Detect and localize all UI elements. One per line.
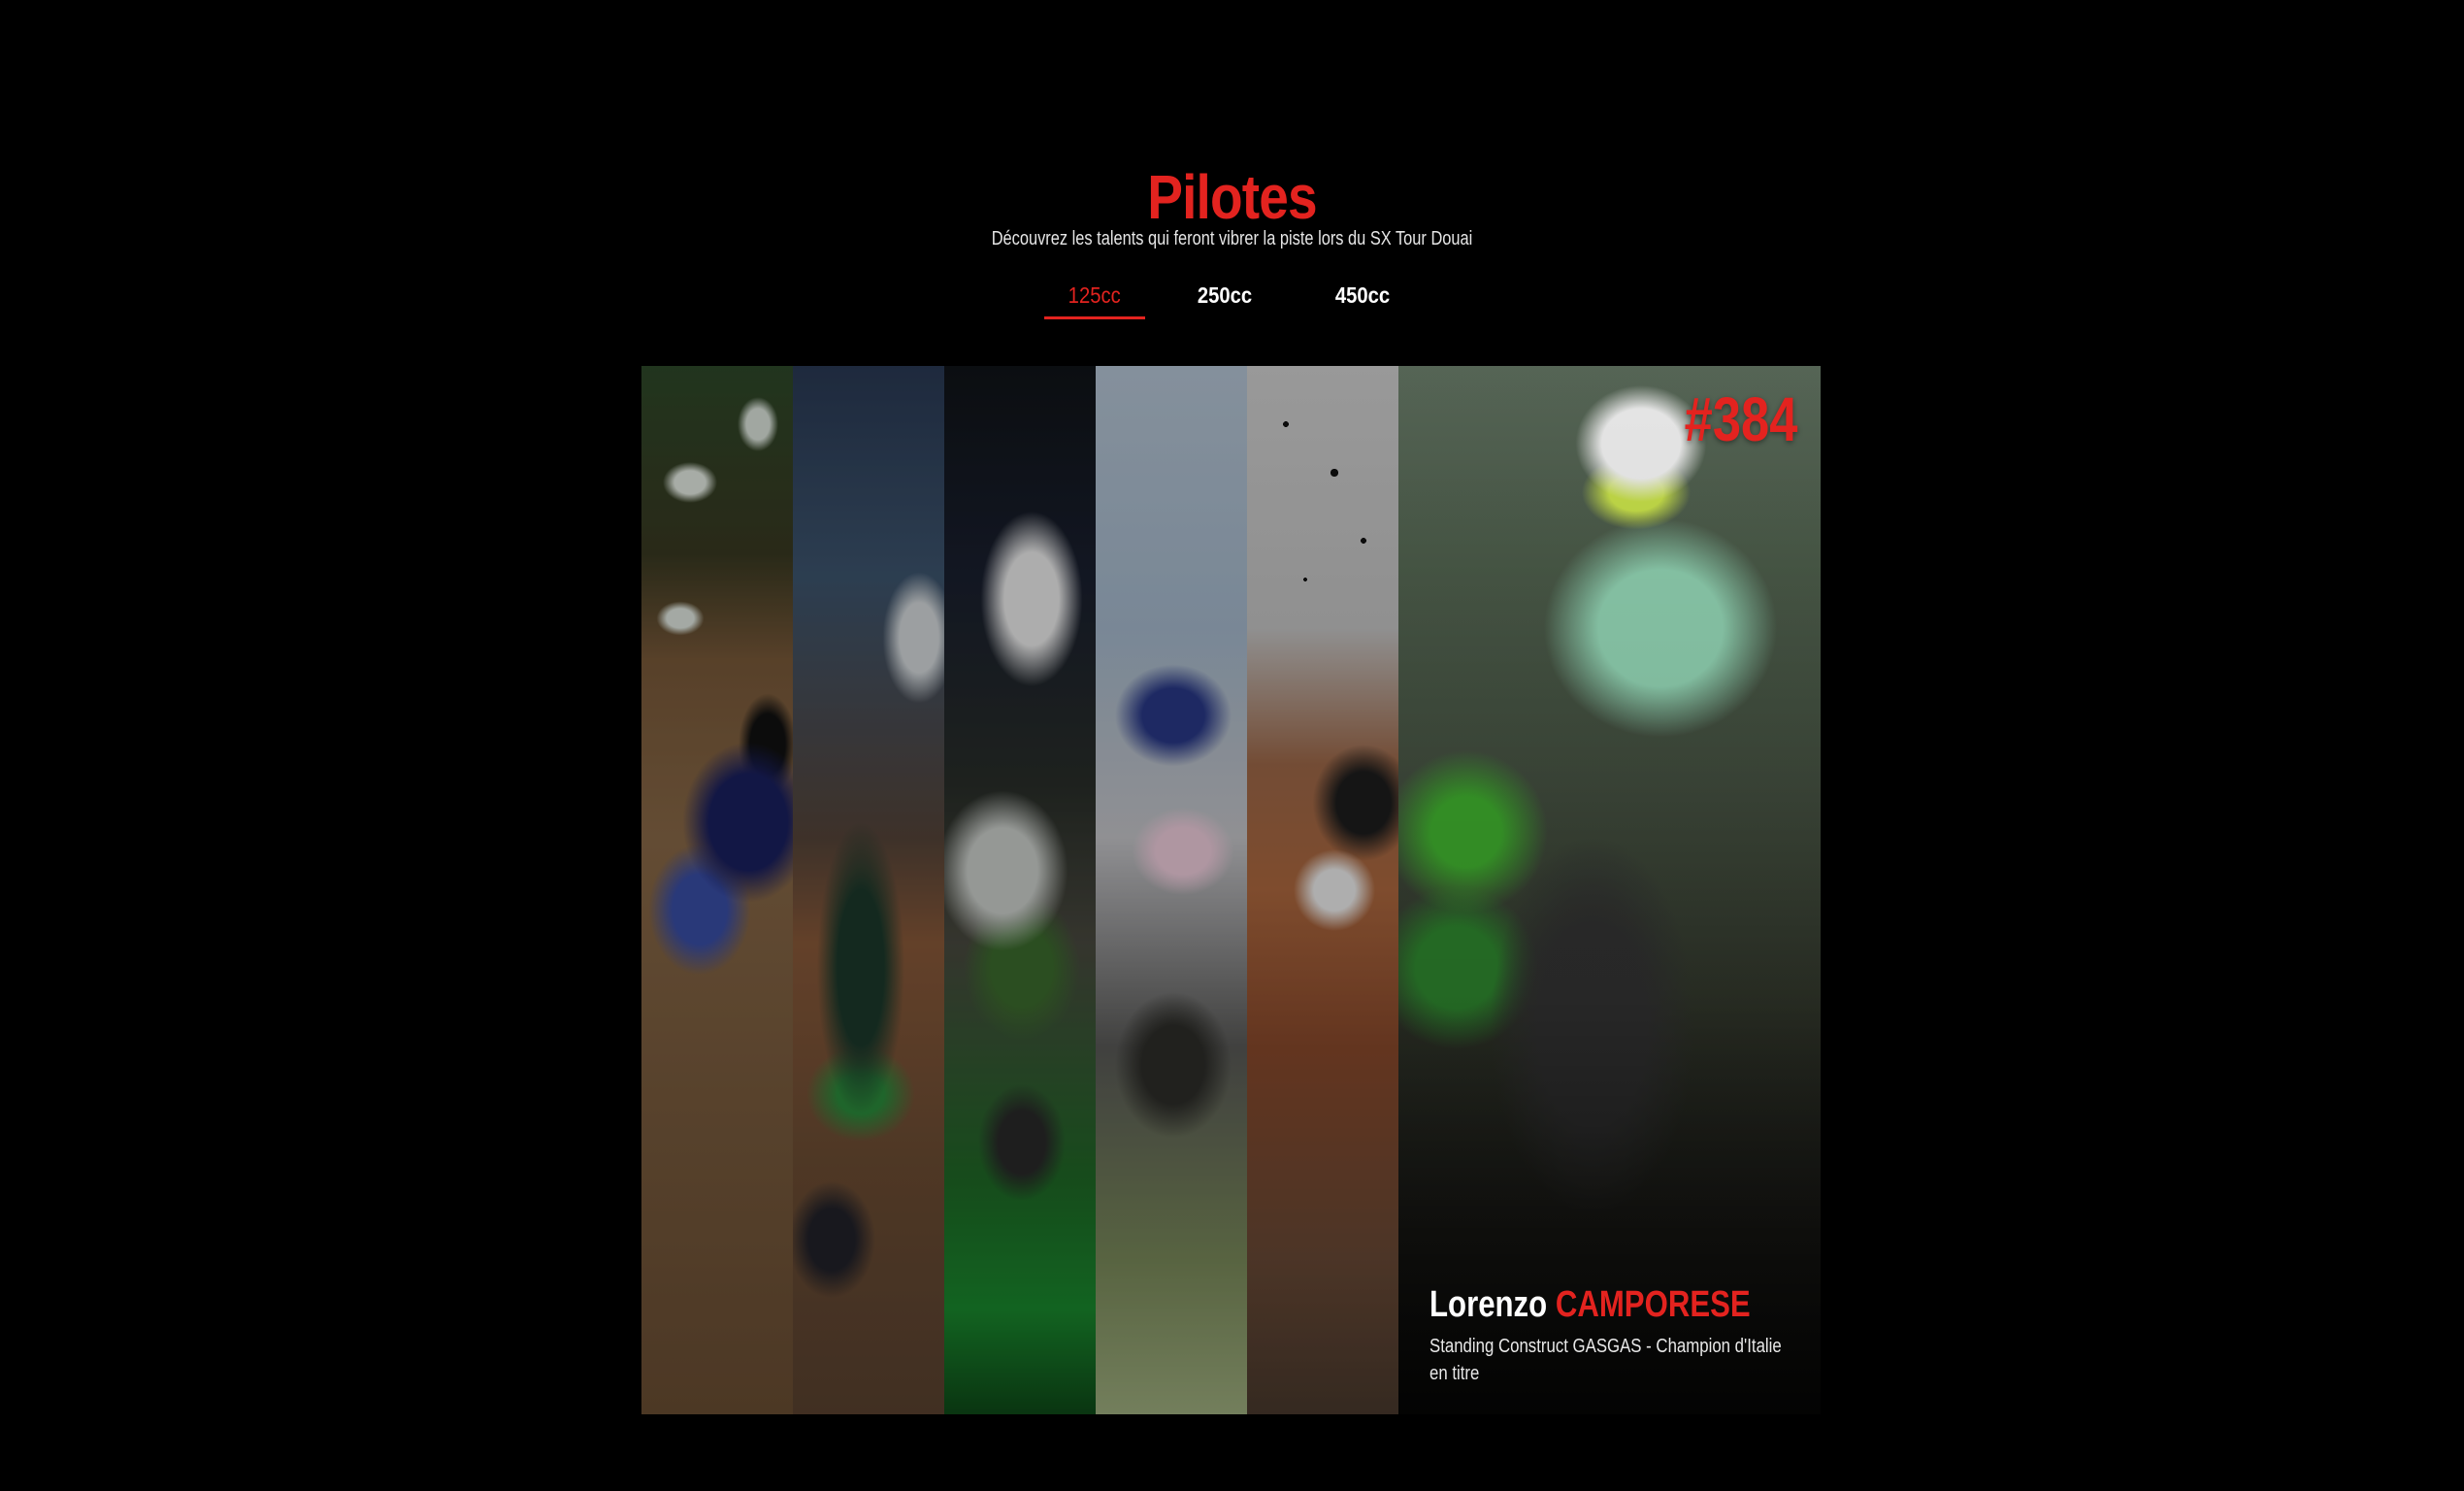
category-tabs: 125cc 250cc 450cc bbox=[1044, 278, 1413, 319]
rider-gallery: #384 Lorenzo CAMPORESE Standing Construc… bbox=[641, 366, 1821, 1414]
rider-card-photo[interactable] bbox=[944, 366, 1096, 1414]
tab-label: 125cc bbox=[1068, 282, 1122, 308]
rider-card-photo[interactable] bbox=[793, 366, 944, 1414]
section-subtitle: Découvrez les talents qui feront vibrer … bbox=[991, 228, 1473, 249]
rider-first-name: Lorenzo bbox=[1429, 1284, 1548, 1325]
rider-info: Lorenzo CAMPORESE Standing Construct GAS… bbox=[1429, 1282, 1818, 1387]
tab-125cc[interactable]: 125cc bbox=[1044, 278, 1145, 319]
featured-rider-card[interactable]: #384 Lorenzo CAMPORESE Standing Construc… bbox=[1398, 366, 1821, 1414]
rider-last-name: CAMPORESE bbox=[1555, 1284, 1751, 1325]
rider-card-photo[interactable] bbox=[1096, 366, 1247, 1414]
rider-card-photo[interactable] bbox=[1247, 366, 1398, 1414]
rider-description: Standing Construct GASGAS - Champion d'I… bbox=[1429, 1336, 1782, 1384]
tab-label: 250cc bbox=[1197, 282, 1253, 308]
rider-name: Lorenzo CAMPORESE bbox=[1429, 1282, 1751, 1327]
tab-450cc[interactable]: 450cc bbox=[1312, 278, 1413, 316]
rider-card-photo[interactable] bbox=[641, 366, 793, 1414]
tab-label: 450cc bbox=[1334, 282, 1391, 308]
tab-250cc[interactable]: 250cc bbox=[1174, 278, 1275, 316]
rider-number: #384 bbox=[1684, 384, 1797, 454]
